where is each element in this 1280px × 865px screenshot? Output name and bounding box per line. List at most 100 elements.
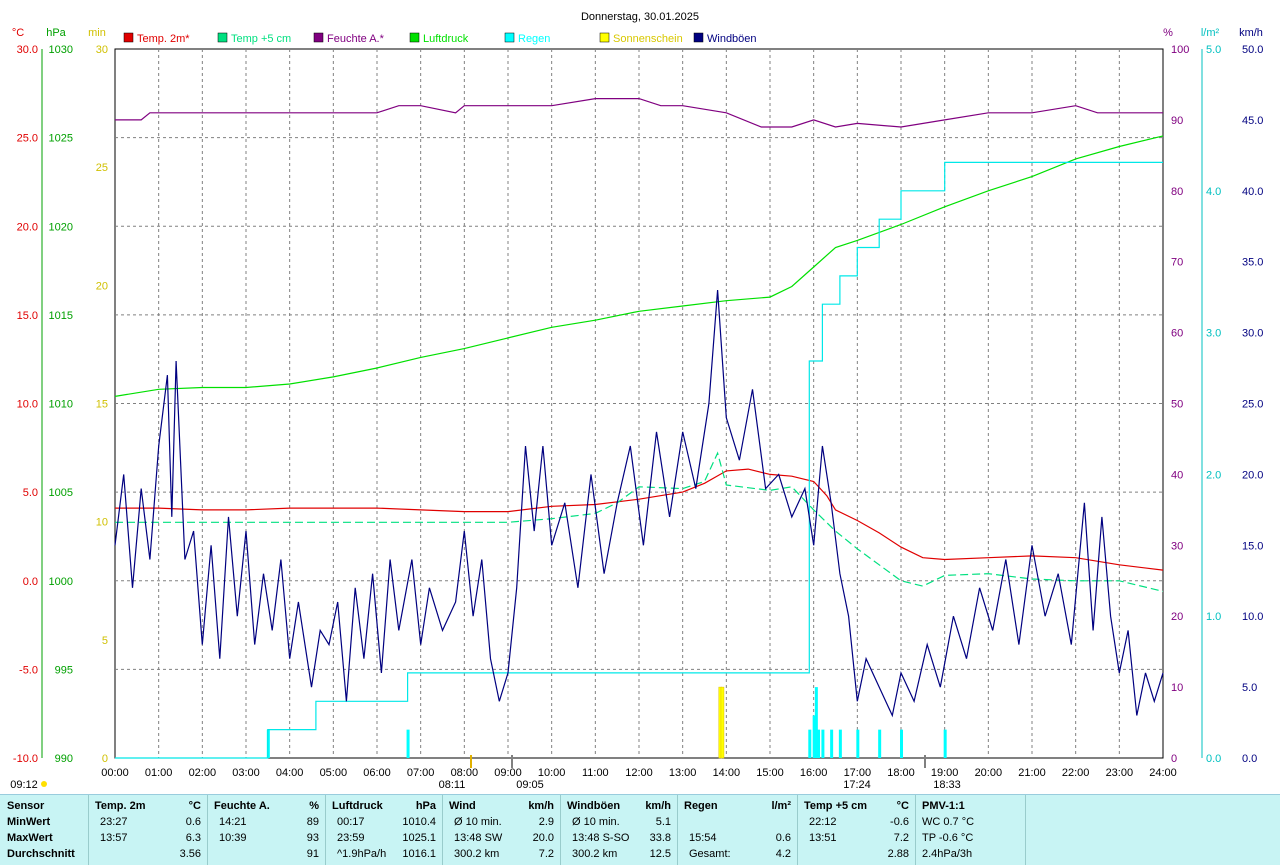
stats-unit: l/m² — [771, 800, 791, 812]
stats-header: Luftdruck — [332, 800, 383, 812]
humidity-tick: 40 — [1171, 469, 1183, 481]
pressure-tick: 990 — [55, 753, 73, 765]
time-tick: 15:00 — [756, 767, 784, 779]
legend-label: Luftdruck — [423, 33, 469, 45]
temp-tick: -10.0 — [13, 753, 38, 765]
sunrise-time: 08:11 — [439, 779, 466, 790]
stats-unit: % — [309, 800, 319, 812]
stats-value: 6.3 — [185, 832, 201, 844]
stats-value: 89 — [306, 816, 319, 828]
pressure-tick: 1015 — [49, 310, 73, 322]
stats-row-label: MinWert — [7, 816, 51, 828]
rain-bar — [817, 729, 821, 758]
wind-tick: 10.0 — [1242, 611, 1263, 623]
time-tick: 05:00 — [320, 767, 348, 779]
temp-tick: 5.0 — [23, 487, 38, 499]
bars — [266, 686, 947, 759]
sun-icon — [41, 781, 47, 787]
stats-header: Feuchte A. — [214, 800, 270, 812]
stats-row-label: 2.4hPa/3h — [922, 848, 973, 860]
stats-time: Ø 10 min. — [454, 816, 502, 828]
wind-tick: 35.0 — [1242, 257, 1263, 269]
rain-tick: 4.0 — [1206, 186, 1221, 198]
stats-time: 300.2 km — [454, 848, 500, 860]
time-tick: 04:00 — [276, 767, 304, 779]
stats-value: 93 — [306, 832, 319, 844]
humidity-tick: 70 — [1171, 257, 1183, 269]
stats-column: Wind km/h Ø 10 min. 2.9 13:48 SW 20.0 300.2 km… — [442, 795, 561, 865]
legend-swatch — [313, 32, 324, 43]
legend: Temp. 2m* Temp +5 cm Feuchte A.* Luftdruck R… — [123, 32, 757, 45]
noon-time: 09:05 — [516, 779, 544, 790]
wind-tick: 5.0 — [1242, 682, 1257, 694]
rain-bar — [808, 729, 812, 758]
stats-column: Regen l/m² 15:54 0.6 Gesamt: 4.2 — [677, 795, 798, 865]
stats-time: 15:54 — [689, 832, 717, 844]
wind-tick: 50.0 — [1242, 44, 1263, 56]
wind-tick: 45.0 — [1242, 115, 1263, 127]
stats-row-label: Durchschnitt — [7, 848, 75, 860]
weather-chart: Donnerstag, 30.01.2025 Temp. 2m* Temp +5 … — [10, 11, 1263, 790]
humidity-tick: 100 — [1171, 44, 1189, 56]
rain-tick: 1.0 — [1206, 611, 1221, 623]
rain-bar — [406, 729, 410, 758]
wind-unit: km/h — [1239, 27, 1263, 39]
stats-panel: Sensor MinWert MaxWert Durchschnitt Temp. 2m… — [0, 794, 1280, 865]
rain-bar — [856, 729, 860, 758]
humidity-tick: 10 — [1171, 682, 1183, 694]
stats-time: Ø 10 min. — [572, 816, 620, 828]
rain-tick: 5.0 — [1206, 44, 1221, 56]
humidity-tick: 80 — [1171, 186, 1183, 198]
stats-header: Temp. 2m — [95, 800, 146, 812]
legend-label: Feuchte A.* — [327, 33, 385, 45]
time-tick: 18:00 — [887, 767, 915, 779]
legend-label: Sonnenschein — [613, 33, 683, 45]
stats-value: -0.6 — [890, 816, 909, 828]
legend-label: Temp. 2m* — [137, 33, 190, 45]
stats-value: 2.88 — [887, 848, 909, 860]
stats-header: Sensor — [7, 800, 45, 812]
legend-swatch — [504, 32, 515, 43]
time-tick: 19:00 — [931, 767, 959, 779]
stats-value: 2.9 — [538, 816, 554, 828]
stats-time: 10:39 — [219, 832, 247, 844]
time-tick: 09:00 — [494, 767, 522, 779]
rain-tick: 2.0 — [1206, 469, 1221, 481]
grid — [114, 48, 1164, 759]
stats-value: 33.8 — [649, 832, 671, 844]
stats-value: 0.6 — [185, 816, 201, 828]
wind-tick: 30.0 — [1242, 328, 1263, 340]
stats-value: 0.6 — [775, 832, 791, 844]
stats-row-label: WC 0.7 °C — [922, 816, 975, 828]
wind-tick: 25.0 — [1242, 399, 1263, 411]
stats-column: Sensor MinWert MaxWert Durchschnitt — [0, 795, 89, 865]
time-tick: 22:00 — [1062, 767, 1090, 779]
stats-value: 1025.1 — [402, 832, 436, 844]
time-tick: 20:00 — [975, 767, 1003, 779]
pressure-unit: hPa — [46, 27, 66, 39]
temp-tick: 10.0 — [17, 399, 38, 411]
stats-value: 1010.4 — [402, 816, 436, 828]
stats-time: 00:17 — [337, 816, 365, 828]
humidity-tick: 90 — [1171, 115, 1183, 127]
rain-bar — [878, 729, 882, 758]
legend-label: Temp +5 cm — [231, 33, 291, 45]
pressure-tick: 1010 — [49, 399, 73, 411]
stats-row-label: MaxWert — [7, 832, 53, 844]
stats-time: Gesamt: — [689, 848, 731, 860]
legend-label: Windböen — [707, 33, 757, 45]
stats-value: 20.0 — [532, 832, 554, 844]
time-tick: 14:00 — [713, 767, 741, 779]
legend-swatch — [693, 32, 704, 43]
sun-tick: 25 — [96, 162, 108, 174]
stats-time: 13:57 — [100, 832, 128, 844]
wind-tick: 15.0 — [1242, 540, 1263, 552]
stats-time: 23:27 — [100, 816, 128, 828]
stats-header: Wind — [449, 800, 476, 812]
stats-time: 13:51 — [809, 832, 837, 844]
humidity-tick: 30 — [1171, 540, 1183, 552]
stats-value: 91 — [306, 848, 319, 860]
temp-unit: °C — [12, 27, 24, 39]
wind-tick: 20.0 — [1242, 469, 1263, 481]
sunset-civil-time: 17:24 — [843, 779, 871, 790]
